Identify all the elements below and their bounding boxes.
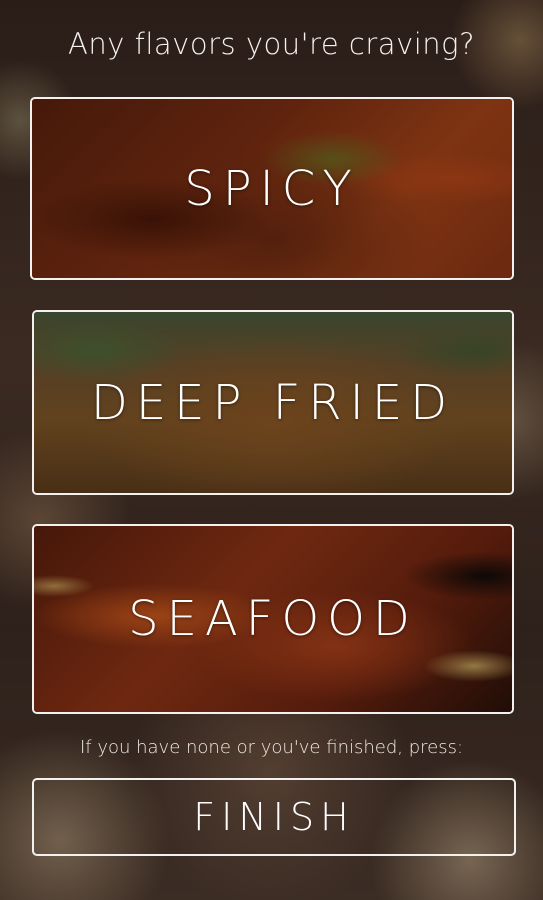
deep-fried-option-button[interactable]: DEEP FRIED <box>32 310 514 495</box>
seafood-option-button[interactable]: SEAFOOD <box>32 524 514 714</box>
finish-hint-text: If you have none or you've finished, pre… <box>79 737 464 758</box>
page-title: Any flavors you're craving? <box>68 27 475 61</box>
flavor-selection-screen: Any flavors you're craving? SPICY DEEP F… <box>0 0 543 900</box>
deep-fried-option-label: DEEP FRIED <box>90 374 456 431</box>
spicy-option-button[interactable]: SPICY <box>30 97 514 280</box>
spicy-option-label: SPICY <box>184 160 360 217</box>
seafood-option-label: SEAFOOD <box>128 591 418 647</box>
finish-button[interactable]: FINISH <box>32 778 516 856</box>
